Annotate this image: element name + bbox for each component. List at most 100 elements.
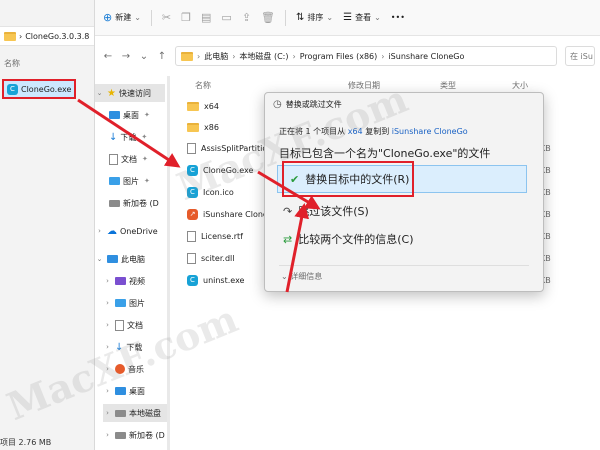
breadcrumb-segment[interactable]: 本地磁盘 (C:) xyxy=(239,51,288,62)
view-button[interactable]: ☰ 查看 ⌄ xyxy=(343,12,381,23)
left-selected-file-label: CloneGo.exe xyxy=(21,84,72,94)
chevron-down-icon: ⌄ xyxy=(326,13,334,22)
breadcrumb-segment[interactable]: 此电脑 xyxy=(204,51,228,62)
skip-file-button[interactable]: ↷ 跳过该文件(S) xyxy=(277,197,527,225)
nav-pane-scrollbar[interactable] xyxy=(167,76,170,450)
chevron-right-icon[interactable]: › xyxy=(103,431,112,439)
more-details-button[interactable]: ⌄ 详细信息 xyxy=(281,271,322,282)
nav-item-label: 桌面 xyxy=(129,386,145,396)
view-button-label: 查看 xyxy=(355,13,372,22)
file-name: uninst.exe xyxy=(203,276,245,285)
navigation-bar: ← → ⌄ ↑ › 此电脑 › 本地磁盘 (C:) › Program File… xyxy=(95,44,600,68)
copy-progress-icon: ◷ xyxy=(273,99,282,110)
chevron-down-icon[interactable]: ⌄ xyxy=(95,255,104,263)
up-arrow-icon[interactable]: ↑ xyxy=(157,51,167,62)
nav-item-local-disk[interactable]: › 本地磁盘 xyxy=(103,404,167,422)
chevron-right-icon[interactable]: › xyxy=(103,277,112,285)
drive-icon xyxy=(115,431,126,439)
nav-item-videos[interactable]: › 视频 xyxy=(103,272,145,290)
copy-button[interactable]: ❐ xyxy=(181,11,191,24)
nav-item-label: 此电脑 xyxy=(121,254,145,264)
back-arrow-icon[interactable]: ← xyxy=(103,51,113,62)
compare-icon: ⇄ xyxy=(283,232,293,246)
plus-icon: ⊕ xyxy=(103,11,113,24)
chevron-right-icon[interactable]: › xyxy=(103,409,112,417)
file-name: License.rtf xyxy=(201,232,243,241)
destination-folder-link[interactable]: iSunshare CloneGo xyxy=(392,127,468,136)
share-button[interactable]: ⇪ xyxy=(242,11,251,24)
left-address-bar[interactable]: › CloneGo.3.0.3.8 xyxy=(0,26,94,46)
pin-icon: ✦ xyxy=(144,111,150,119)
document-icon xyxy=(187,253,196,264)
pin-icon: ✦ xyxy=(141,133,148,141)
nav-item-volume-d-pc[interactable]: › 新加卷 (D xyxy=(103,426,165,444)
folder-icon xyxy=(181,51,193,61)
nav-item-pictures-pc[interactable]: › 图片 xyxy=(103,294,145,312)
chevron-down-icon: ⌄ xyxy=(134,13,141,22)
nav-item-downloads[interactable]: ↓ 下载 ✦ xyxy=(109,128,147,146)
rename-icon: ▭ xyxy=(221,11,232,24)
chevron-right-icon[interactable]: › xyxy=(103,299,112,307)
sort-button[interactable]: ⇅ 排序 ⌄ xyxy=(296,12,333,23)
checkmark-icon: ✔ xyxy=(290,172,300,186)
nav-item-label: 快速访问 xyxy=(118,88,151,98)
file-name: x86 xyxy=(204,123,219,132)
search-placeholder: 在 iSu xyxy=(570,51,593,61)
left-status-bar: 项目 2.76 MB xyxy=(0,438,52,447)
nav-item-quick-access[interactable]: ⌄ ★ 快速访问 xyxy=(95,84,165,102)
computer-icon xyxy=(107,255,118,263)
chevron-right-icon: › xyxy=(381,51,385,61)
more-options-button[interactable]: ••• xyxy=(391,13,405,22)
document-icon xyxy=(115,319,124,331)
cut-button[interactable]: ✂ xyxy=(162,11,171,24)
drive-icon xyxy=(109,199,120,207)
chevron-right-icon: › xyxy=(197,51,201,61)
chevron-down-icon[interactable]: ⌄ xyxy=(95,89,104,97)
folder-icon xyxy=(4,31,16,41)
sort-button-label: 排序 xyxy=(307,13,324,22)
picture-icon xyxy=(109,177,120,185)
breadcrumb-segment[interactable]: iSunshare CloneGo xyxy=(388,52,464,61)
picture-icon xyxy=(115,299,126,307)
nav-item-pictures[interactable]: 图片 ✦ xyxy=(109,172,150,190)
column-header-name[interactable]: 名称 xyxy=(195,80,211,91)
toolbar-divider xyxy=(285,9,287,26)
nav-item-label: 图片 xyxy=(129,298,145,308)
search-input[interactable]: 在 iSu xyxy=(565,46,595,66)
paste-button[interactable]: ▤ xyxy=(201,11,211,24)
file-name: x64 xyxy=(204,102,219,111)
sort-icon: ⇅ xyxy=(296,12,305,23)
replace-file-button[interactable]: ✔ 替换目标中的文件(R) xyxy=(282,161,414,197)
address-bar[interactable]: › 此电脑 › 本地磁盘 (C:) › Program Files (x86) … xyxy=(175,46,557,66)
new-button[interactable]: ⊕ 新建 ⌄ xyxy=(103,11,141,24)
delete-button[interactable]: 🗑 xyxy=(261,11,275,24)
drive-icon xyxy=(115,409,126,417)
left-column-header-name[interactable]: 名称 xyxy=(4,58,20,69)
more-details-label: 详细信息 xyxy=(290,272,323,281)
document-icon xyxy=(109,153,118,165)
nav-item-label: 桌面 xyxy=(123,110,139,120)
breadcrumb-segment[interactable]: Program Files (x86) xyxy=(300,52,378,61)
chevron-right-icon[interactable]: › xyxy=(103,321,112,329)
left-selected-file[interactable]: C CloneGo.exe xyxy=(2,79,76,99)
compare-files-button[interactable]: ⇄ 比较两个文件的信息(C) xyxy=(277,225,527,253)
command-bar: ⊕ 新建 ⌄ ✂ ❐ ▤ ▭ ⇪ 🗑 ⇅ 排序 ⌄ ☰ 查看 ⌄ ••• xyxy=(95,0,600,36)
chevron-down-icon[interactable]: ⌄ xyxy=(139,51,149,62)
left-address-text: CloneGo.3.0.3.8 xyxy=(25,31,90,41)
video-icon xyxy=(115,277,126,285)
replace-file-label: 替换目标中的文件(R) xyxy=(305,173,410,186)
column-header-type[interactable]: 类型 xyxy=(440,80,456,91)
desktop-icon xyxy=(109,111,120,119)
file-name: sciter.dll xyxy=(201,254,235,263)
nav-item-onedrive[interactable]: › ☁ OneDrive xyxy=(95,222,158,240)
rename-button[interactable]: ▭ xyxy=(221,11,231,24)
column-header-size[interactable]: 大小 xyxy=(512,80,528,91)
nav-item-desktop[interactable]: 桌面 ✦ xyxy=(109,106,150,124)
nav-item-this-pc[interactable]: ⌄ 此电脑 xyxy=(95,250,145,268)
chevron-right-icon[interactable]: › xyxy=(95,227,104,235)
nav-item-documents[interactable]: 文档 ✦ xyxy=(109,150,148,168)
compare-files-label: 比较两个文件的信息(C) xyxy=(298,233,414,246)
nav-item-volume-d[interactable]: 新加卷 (D xyxy=(109,194,159,212)
forward-arrow-icon[interactable]: → xyxy=(121,51,131,62)
shortcut-icon: ↗ xyxy=(187,209,198,220)
